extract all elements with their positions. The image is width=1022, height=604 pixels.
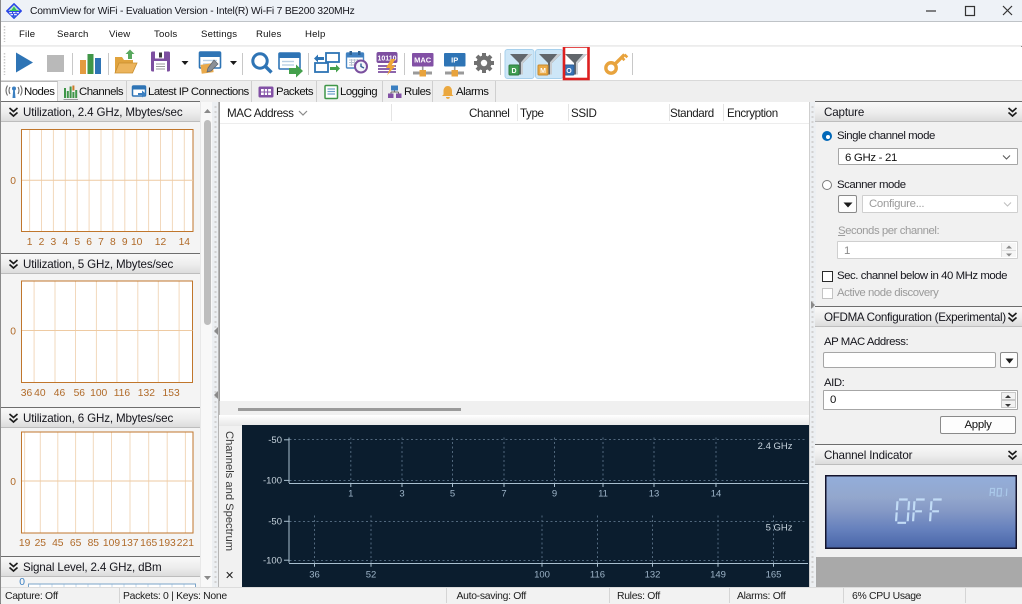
svg-text:36: 36 [21, 388, 33, 399]
svg-text:137: 137 [121, 538, 138, 549]
svg-text:132: 132 [645, 570, 661, 581]
svg-text:0: 0 [10, 477, 16, 488]
svg-text:46: 46 [54, 388, 66, 399]
svg-text:7: 7 [98, 237, 104, 248]
svg-text:7: 7 [501, 489, 506, 500]
svg-text:153: 153 [163, 388, 180, 399]
svg-text:2: 2 [39, 237, 45, 248]
svg-text:3: 3 [399, 489, 404, 500]
svg-text:-50: -50 [268, 435, 282, 446]
svg-text:109: 109 [103, 538, 120, 549]
svg-text:132: 132 [138, 388, 155, 399]
svg-text:4: 4 [62, 237, 68, 248]
svg-text:56: 56 [74, 388, 86, 399]
svg-text:65: 65 [70, 538, 82, 549]
svg-text:0: 0 [19, 577, 25, 587]
svg-text:85: 85 [88, 538, 100, 549]
svg-text:14: 14 [711, 489, 722, 500]
svg-text:3: 3 [51, 237, 57, 248]
svg-text:IP: IP [451, 56, 458, 65]
svg-text:100: 100 [534, 570, 550, 581]
svg-text:D: D [511, 68, 516, 75]
svg-text:36: 36 [309, 570, 320, 581]
svg-text:5 GHz: 5 GHz [766, 523, 793, 534]
svg-text:2.4 GHz: 2.4 GHz [758, 441, 793, 452]
svg-text:10: 10 [131, 237, 143, 248]
svg-text:116: 116 [114, 388, 131, 399]
svg-text:9: 9 [122, 237, 128, 248]
svg-text:-100: -100 [263, 476, 282, 487]
svg-text:12: 12 [155, 237, 167, 248]
svg-text:14: 14 [179, 237, 191, 248]
svg-text:45: 45 [52, 538, 64, 549]
svg-text:165: 165 [766, 570, 782, 581]
svg-text:116: 116 [590, 570, 605, 581]
svg-text:9: 9 [552, 489, 557, 500]
svg-text:1: 1 [27, 237, 33, 248]
svg-text:5: 5 [450, 489, 455, 500]
svg-text:40: 40 [34, 388, 46, 399]
svg-text:0: 0 [10, 176, 16, 187]
svg-text:-100: -100 [263, 555, 282, 566]
svg-text:149: 149 [710, 570, 726, 581]
svg-text:193: 193 [159, 538, 176, 549]
svg-text:8: 8 [110, 237, 116, 248]
svg-text:19: 19 [19, 538, 31, 549]
svg-text:1: 1 [348, 489, 353, 500]
svg-text:M: M [540, 68, 546, 75]
svg-text:11: 11 [598, 489, 608, 500]
svg-text:165: 165 [140, 538, 157, 549]
svg-text:52: 52 [366, 570, 377, 581]
svg-text:25: 25 [35, 538, 47, 549]
svg-text:0: 0 [10, 327, 16, 338]
svg-text:13: 13 [649, 489, 660, 500]
svg-text:5: 5 [74, 237, 80, 248]
svg-text:-50: -50 [268, 517, 282, 528]
svg-text:100: 100 [90, 388, 107, 399]
svg-text:6: 6 [86, 237, 92, 248]
svg-text:221: 221 [177, 538, 194, 549]
svg-text:O: O [566, 68, 572, 75]
svg-text:MAC: MAC [414, 56, 432, 65]
